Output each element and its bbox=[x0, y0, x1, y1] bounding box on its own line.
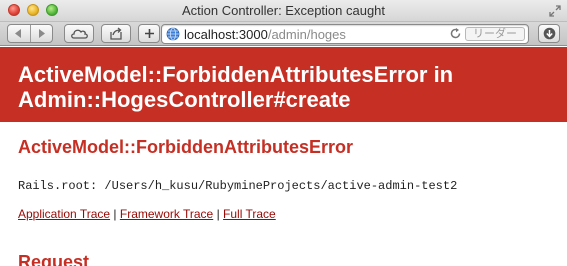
rails-root-path: Rails.root: /Users/h_kusu/RubymineProjec… bbox=[18, 179, 458, 193]
url-path: /admin/hoges bbox=[267, 27, 346, 42]
icloud-tabs-button[interactable] bbox=[64, 24, 94, 43]
window-titlebar: Action Controller: Exception caught bbox=[0, 0, 567, 22]
framework-trace-link[interactable]: Framework Trace bbox=[120, 207, 213, 221]
globe-icon bbox=[166, 27, 180, 46]
icloud-tabs-icon bbox=[70, 28, 88, 39]
reader-button[interactable]: リーダー bbox=[465, 27, 525, 41]
fullscreen-icon[interactable] bbox=[549, 4, 561, 17]
request-heading: Request bbox=[18, 252, 90, 266]
downloads-icon bbox=[543, 27, 556, 40]
new-tab-button[interactable] bbox=[138, 24, 160, 43]
link-separator: | bbox=[113, 207, 117, 221]
error-name-heading: ActiveModel::ForbiddenAttributesError bbox=[18, 137, 354, 157]
share-button[interactable] bbox=[101, 24, 131, 43]
new-tab-plus-icon bbox=[144, 28, 155, 39]
share-icon bbox=[109, 27, 123, 40]
application-trace-link[interactable]: Application Trace bbox=[18, 207, 110, 221]
address-bar[interactable]: localhost:3000/admin/hoges リーダー bbox=[161, 24, 529, 44]
back-arrow-icon[interactable] bbox=[13, 28, 23, 39]
window-title: Action Controller: Exception caught bbox=[181, 3, 386, 18]
back-forward-group bbox=[7, 24, 53, 43]
full-trace-link[interactable]: Full Trace bbox=[223, 207, 276, 221]
url-text[interactable]: localhost:3000/admin/hoges bbox=[184, 27, 346, 42]
link-separator: | bbox=[216, 207, 220, 221]
reload-icon[interactable] bbox=[449, 27, 462, 45]
page-title: ActiveModel::ForbiddenAttributesError in… bbox=[18, 62, 454, 112]
nav-divider bbox=[30, 25, 31, 42]
forward-arrow-icon[interactable] bbox=[37, 28, 47, 39]
trace-links: Application Trace | Framework Trace | Fu… bbox=[18, 207, 276, 221]
downloads-button[interactable] bbox=[538, 24, 560, 43]
browser-toolbar: localhost:3000/admin/hoges リーダー bbox=[0, 22, 567, 46]
url-host: localhost:3000 bbox=[184, 27, 268, 42]
